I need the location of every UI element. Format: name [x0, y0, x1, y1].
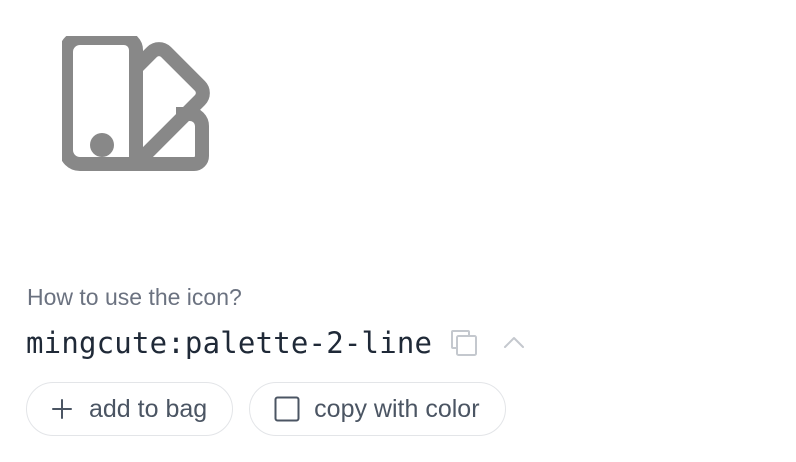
add-to-bag-label: add to bag	[89, 394, 208, 423]
add-to-bag-button[interactable]: add to bag	[26, 382, 234, 436]
action-buttons: add to bag copy with color	[26, 382, 506, 436]
icon-name[interactable]: mingcute:palette-2-line	[26, 326, 432, 360]
copy-with-color-label: copy with color	[314, 394, 480, 423]
plus-icon	[51, 398, 73, 420]
palette-2-icon	[62, 36, 214, 188]
checkbox-icon[interactable]	[274, 396, 300, 422]
chevron-up-icon[interactable]	[500, 329, 528, 357]
icon-detail-panel: How to use the icon? mingcute:palette-2-…	[0, 0, 796, 462]
usage-question: How to use the icon?	[27, 284, 242, 310]
copy-with-color-button[interactable]: copy with color	[249, 382, 506, 436]
copy-icon[interactable]	[448, 327, 480, 359]
icon-name-row: mingcute:palette-2-line	[26, 322, 528, 364]
